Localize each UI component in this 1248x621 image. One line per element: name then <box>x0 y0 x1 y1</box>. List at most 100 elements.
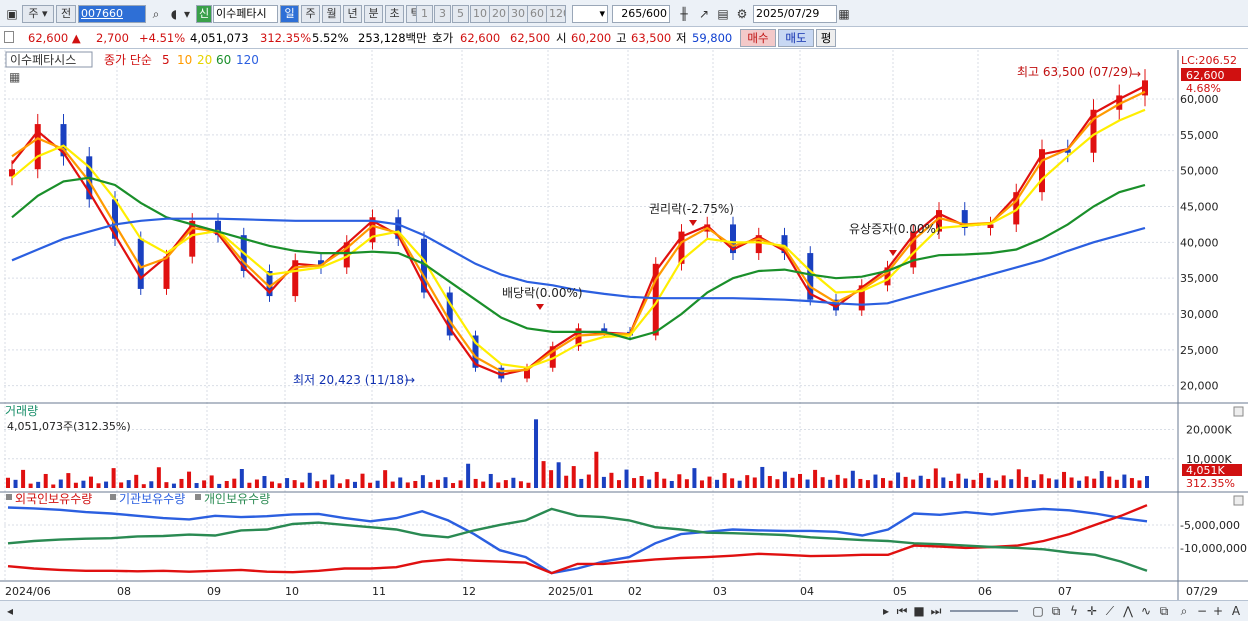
volume-bar <box>556 462 561 488</box>
copy-icon[interactable]: ⧉ <box>1156 603 1172 619</box>
volume-bar <box>798 473 803 488</box>
zoom-slider[interactable] <box>950 610 1018 612</box>
zoom-icon[interactable]: ⌕ <box>1176 603 1192 619</box>
volume-close-icon[interactable] <box>1233 406 1244 417</box>
volume-bar <box>609 472 614 488</box>
speaker-icon[interactable]: ◖ <box>166 6 182 22</box>
scroll-left-icon[interactable]: ◂ <box>2 603 18 619</box>
date-tick-label: 03 <box>713 585 727 598</box>
volume-bar <box>843 478 848 488</box>
crosshair-icon[interactable]: ✛ <box>1084 603 1100 619</box>
count-field[interactable]: 265/600 <box>612 5 670 23</box>
minute-step-3[interactable]: 3 <box>434 5 451 23</box>
volume-ratio: 312.35% <box>260 31 312 45</box>
volume-bar <box>503 480 508 488</box>
gear-icon[interactable]: ⚙ <box>734 6 750 22</box>
minute-step-30[interactable]: 30 <box>508 5 528 23</box>
volume-bar <box>262 476 267 488</box>
volume-bar <box>1039 474 1044 488</box>
volume-bar <box>564 475 569 488</box>
minute-step-5[interactable]: 5 <box>452 5 469 23</box>
scroll-bar[interactable]: ◂ ▸ ⏮ ■ ⏭ ▢ ⧉ ϟ ✛ ⟋ ⋀ ∿ ⧉ ⌕ − + A <box>0 600 1248 621</box>
candle-body <box>163 256 170 289</box>
scroll-right-icon[interactable]: ▸ <box>878 603 894 619</box>
indicator-icon[interactable]: ϟ <box>1066 603 1082 619</box>
date-tick-label: 05 <box>893 585 907 598</box>
volume-bar <box>730 478 735 488</box>
high-arrow-icon: → <box>1131 67 1141 81</box>
save-icon[interactable]: ▤ <box>715 6 731 22</box>
stop-icon[interactable]: ■ <box>911 603 927 619</box>
volume-bar <box>662 478 667 488</box>
stock-title: 이수페타시스 <box>10 53 76 67</box>
wave-icon[interactable]: ∿ <box>1138 603 1154 619</box>
date-tick-label: 06 <box>978 585 992 598</box>
chevron-down-icon: ▾ <box>599 7 605 20</box>
holding-tick-label: -5,000,000 <box>1180 519 1240 532</box>
code-input[interactable]: 007660 <box>78 5 146 23</box>
period-tab-2[interactable]: 월 <box>322 5 341 23</box>
search-icon[interactable]: ⌕ <box>148 6 164 22</box>
volume-bar <box>880 478 885 488</box>
volume-bar <box>149 481 154 488</box>
first-page-icon[interactable]: ⏮ <box>894 603 910 619</box>
volume-bar <box>850 470 855 488</box>
volume-bar <box>239 469 244 488</box>
volume-bar <box>586 474 591 488</box>
font-size-icon[interactable]: A <box>1228 603 1244 619</box>
volume-bar <box>873 474 878 488</box>
volume-bar <box>956 473 961 488</box>
sell-button[interactable]: 매도 <box>778 29 814 47</box>
volume-bar <box>390 481 395 488</box>
volume-bar <box>541 461 546 488</box>
period-tab-3[interactable]: 년 <box>343 5 362 23</box>
volume-bar <box>28 483 33 488</box>
last-price-label: 62,600 <box>1186 69 1225 82</box>
stock-name-field[interactable]: 이수페타시 <box>213 5 278 23</box>
last-page-icon[interactable]: ⏭ <box>928 603 944 619</box>
minute-step-20[interactable]: 20 <box>489 5 509 23</box>
period-tab-0[interactable]: 일 <box>280 5 299 23</box>
grid-icon[interactable]: ▦ <box>9 70 20 84</box>
chevron-down-icon[interactable]: ▾ <box>182 6 192 22</box>
volume-bar <box>126 480 131 488</box>
drawing-tool-icon[interactable]: ↗ <box>696 6 712 22</box>
buy-button[interactable]: 매수 <box>740 29 776 47</box>
minute-step-1[interactable]: 1 <box>416 5 433 23</box>
candle-tool-icon[interactable]: ╫ <box>676 6 692 22</box>
lc-label: LC:206.52 <box>1181 54 1237 67</box>
zoom-out-icon[interactable]: − <box>1194 603 1210 619</box>
layout-icon[interactable]: ▢ <box>1030 603 1046 619</box>
blank-select[interactable]: ▾ <box>572 5 608 23</box>
volume-bar <box>790 477 795 488</box>
minute-step-10[interactable]: 10 <box>470 5 490 23</box>
eval-button[interactable]: 평 <box>816 29 836 47</box>
calendar-icon[interactable]: ▦ <box>838 6 850 22</box>
volume-bar <box>933 468 938 488</box>
period-tab-1[interactable]: 주 <box>301 5 320 23</box>
minute-step-60[interactable]: 60 <box>527 5 547 23</box>
window-icon[interactable]: ▣ <box>4 6 20 22</box>
trend-icon[interactable]: ⋀ <box>1120 603 1136 619</box>
date-field[interactable]: 2025/07/29 <box>753 5 837 23</box>
period-tab-5[interactable]: 초 <box>385 5 404 23</box>
zoom-in-icon[interactable]: + <box>1210 603 1226 619</box>
holding-close-icon[interactable] <box>1233 495 1244 506</box>
ask-price: 62,600 <box>460 31 501 45</box>
date-tick-label: 09 <box>207 585 221 598</box>
date-tick-label: 2024/06 <box>5 585 51 598</box>
period-tab-4[interactable]: 분 <box>364 5 383 23</box>
volume-last-pct: 312.35% <box>1186 477 1235 490</box>
minute-step-120[interactable]: 120 <box>546 5 566 23</box>
layout-icon[interactable]: ⧉ <box>1048 603 1064 619</box>
market-select[interactable]: 주 ▾ <box>22 5 54 23</box>
checkbox-icon[interactable] <box>4 31 14 43</box>
low-arrow-icon: → <box>405 373 415 387</box>
holding-individual-label: 개인보유수량 <box>204 492 270 506</box>
count-value: 265 <box>621 7 643 20</box>
volume-bar <box>451 483 456 488</box>
volume-bar <box>1062 471 1067 488</box>
line-tool-icon[interactable]: ⟋ <box>1102 603 1118 619</box>
volume-bar <box>616 480 621 488</box>
type-button[interactable]: 전 <box>56 5 76 23</box>
